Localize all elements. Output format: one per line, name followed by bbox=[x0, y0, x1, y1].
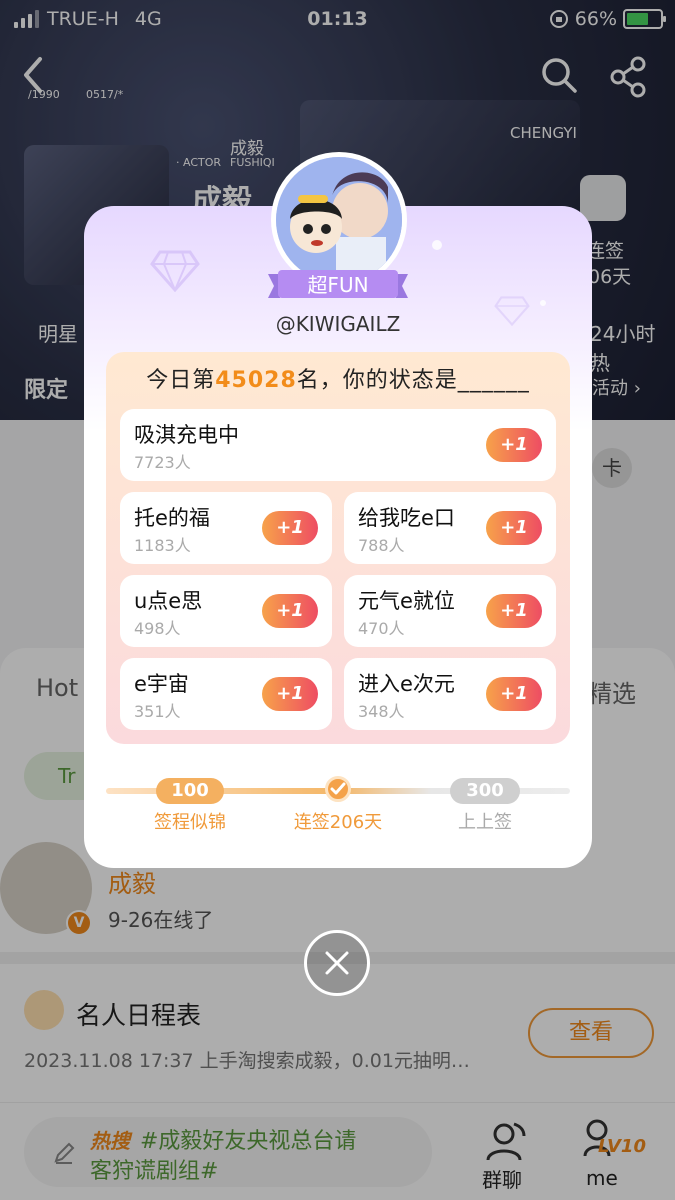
status-option-count: 1183人 bbox=[134, 536, 191, 555]
current-progress-check-icon bbox=[325, 776, 351, 802]
plus-one-button[interactable]: +1 bbox=[486, 677, 542, 711]
sparkle-dot bbox=[432, 240, 442, 250]
level-badge-label: 超FUN bbox=[307, 273, 369, 297]
status-option-label: 托e的福 bbox=[134, 506, 210, 530]
status-option-count: 470人 bbox=[358, 619, 405, 638]
close-modal-button[interactable] bbox=[304, 930, 370, 996]
milestone-badge: 100天 bbox=[156, 778, 224, 827]
avatar-illustration bbox=[276, 157, 402, 283]
diamond-icon bbox=[150, 250, 200, 292]
rank-number: 45028 bbox=[215, 368, 297, 393]
headline-suffix: 名，你的状态是______ bbox=[296, 368, 530, 393]
plus-one-button[interactable]: +1 bbox=[262, 511, 318, 545]
plus-one-button[interactable]: +1 bbox=[262, 677, 318, 711]
status-option-count: 351人 bbox=[134, 702, 181, 721]
milestone-label: 上上签 bbox=[458, 812, 512, 833]
status-option-label: 元气e就位 bbox=[358, 589, 455, 613]
status-option[interactable]: u点e思 498人 +1 bbox=[120, 575, 332, 647]
plus-one-button[interactable]: +1 bbox=[486, 428, 542, 462]
milestone-label: 签程似锦 bbox=[154, 812, 226, 833]
plus-one-button[interactable]: +1 bbox=[262, 594, 318, 628]
status-option[interactable]: 吸淇充电中 7723人 +1 bbox=[120, 409, 556, 481]
status-option[interactable]: 元气e就位 470人 +1 bbox=[344, 575, 556, 647]
status-option-count: 498人 bbox=[134, 619, 181, 638]
close-icon bbox=[325, 951, 349, 975]
plus-one-button[interactable]: +1 bbox=[486, 511, 542, 545]
status-option-count: 788人 bbox=[358, 536, 405, 555]
status-option-label: 给我吃e口 bbox=[358, 506, 455, 530]
status-option[interactable]: 给我吃e口 788人 +1 bbox=[344, 492, 556, 564]
status-option-count: 348人 bbox=[358, 702, 405, 721]
status-option[interactable]: 进入e次元 348人 +1 bbox=[344, 658, 556, 730]
sparkle-dot bbox=[540, 300, 546, 306]
headline-prefix: 今日第 bbox=[146, 368, 216, 393]
milestone-badge: 300天 bbox=[450, 778, 520, 827]
status-option-label: u点e思 bbox=[134, 589, 203, 613]
status-option[interactable]: e宇宙 351人 +1 bbox=[120, 658, 332, 730]
status-option[interactable]: 托e的福 1183人 +1 bbox=[120, 492, 332, 564]
status-headline: 今日第45028名，你的状态是______ bbox=[106, 362, 570, 394]
plus-one-button[interactable]: +1 bbox=[486, 594, 542, 628]
status-option-label: 进入e次元 bbox=[358, 672, 455, 696]
status-option-count: 7723人 bbox=[134, 453, 191, 472]
status-option-label: e宇宙 bbox=[134, 672, 189, 696]
milestone-label: 连签206天 bbox=[293, 812, 383, 833]
username: @KIWIGAILZ bbox=[275, 312, 401, 336]
status-option-label: 吸淇充电中 bbox=[134, 423, 239, 447]
